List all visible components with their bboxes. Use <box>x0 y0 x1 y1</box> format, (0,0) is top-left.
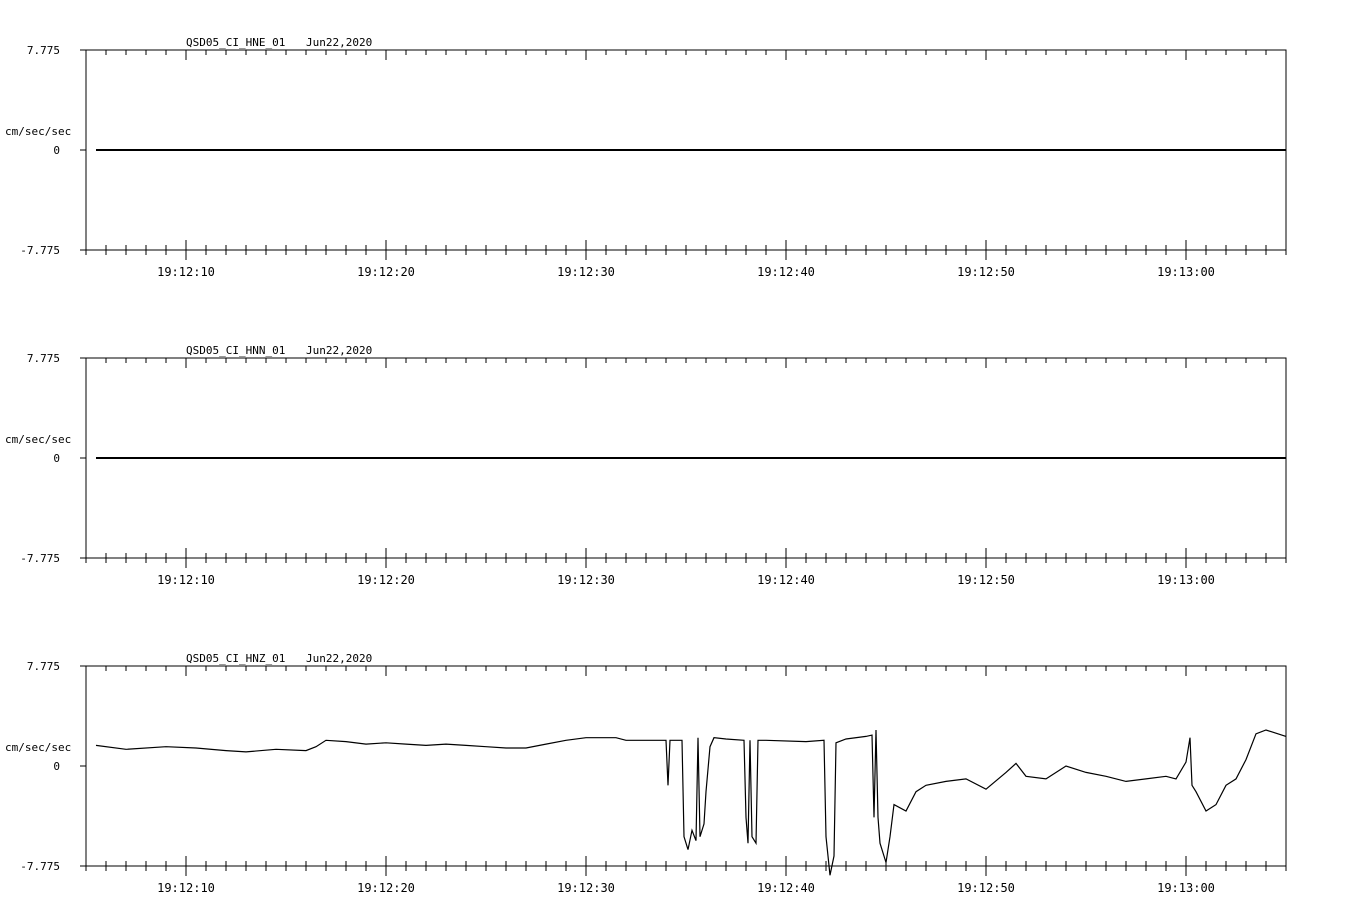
panel-1: 19:12:10 19:12:20 19:12:30 19:12:40 19:12:50… <box>5 36 1358 279</box>
y-tick-label: 7.775 <box>27 352 60 365</box>
x-tick-label: 19:12:40 <box>757 881 815 895</box>
seismogram-figure: 19:12:10 19:12:20 19:12:30 19:12:40 19:12:50… <box>5 36 1358 895</box>
x-tick-label: 19:12:50 <box>957 265 1015 279</box>
x-tick-label: 19:12:30 <box>557 573 615 587</box>
x-tick-label: 19:12:20 <box>357 881 415 895</box>
x-tick-label: 19:12:10 <box>157 881 215 895</box>
x-tick-label: 19:12:10 <box>157 265 215 279</box>
x-tick-label: 19:12:20 <box>357 573 415 587</box>
panel-title: QSD05_CI_HNE_01 <box>186 36 285 49</box>
y-axis-label: cm/sec/sec <box>5 125 71 138</box>
x-tick-label: 19:13:00 <box>1157 265 1215 279</box>
y-axis-label: cm/sec/sec <box>5 741 71 754</box>
panel-title: QSD05_CI_HNN_01 <box>186 344 285 357</box>
x-tick-label: 19:12:20 <box>357 265 415 279</box>
panel-date: Jun22,2020 <box>306 36 372 49</box>
x-tick-label: 19:12:40 <box>757 573 815 587</box>
series-line <box>95 729 1287 876</box>
x-tick-label: 19:12:10 <box>157 573 215 587</box>
y-tick-label: -7.775 <box>20 860 60 873</box>
panel-date: Jun22,2020 <box>306 652 372 665</box>
panel-3: 19:12:10 19:12:20 19:12:30 19:12:40 19:12:50… <box>5 652 1358 895</box>
y-tick-label: 7.775 <box>27 660 60 673</box>
panel-2: 19:12:10 19:12:20 19:12:30 19:12:40 19:12:50… <box>5 344 1358 587</box>
x-tick-label: 19:13:00 <box>1157 573 1215 587</box>
x-tick-label: 19:12:50 <box>957 881 1015 895</box>
x-tick-label: 19:12:30 <box>557 265 615 279</box>
y-tick-label: 0 <box>53 144 60 157</box>
y-tick-label: 0 <box>53 452 60 465</box>
y-tick-label: -7.775 <box>20 552 60 565</box>
panel-date: Jun22,2020 <box>306 344 372 357</box>
x-tick-label: 19:12:40 <box>757 265 815 279</box>
plot-frame <box>85 665 1287 867</box>
panel-title: QSD05_CI_HNZ_01 <box>186 652 285 665</box>
y-tick-label: -7.775 <box>20 244 60 257</box>
x-tick-label: 19:13:00 <box>1157 881 1215 895</box>
x-tick-label: 19:12:50 <box>957 573 1015 587</box>
y-tick-label: 7.775 <box>27 44 60 57</box>
y-axis-label: cm/sec/sec <box>5 433 71 446</box>
y-tick-label: 0 <box>53 760 60 773</box>
x-tick-label: 19:12:30 <box>557 881 615 895</box>
